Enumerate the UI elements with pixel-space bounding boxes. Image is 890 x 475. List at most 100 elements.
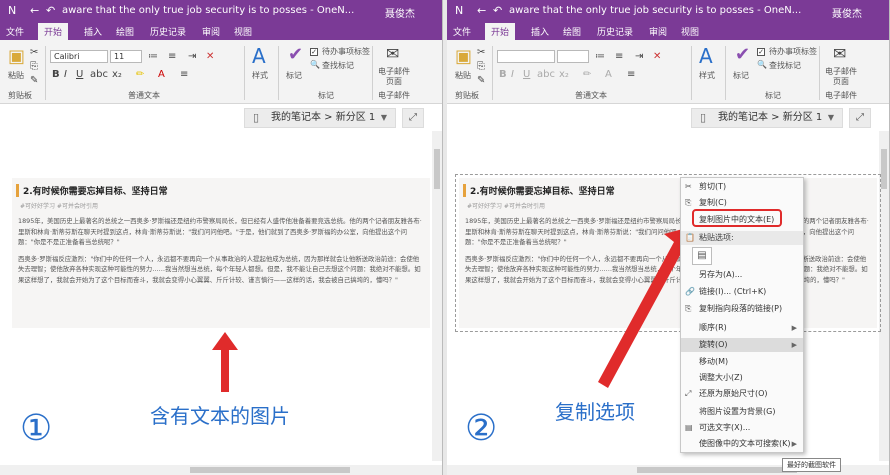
- article-image[interactable]: 2.有时候你需要忘掉目标、坚持日常 #可好好学习 #可并会时引用 1895年，美…: [12, 178, 430, 328]
- align-icon[interactable]: ≡: [627, 70, 635, 80]
- menu-item-restore-size[interactable]: ⤢ 还原为原始尺寸(O): [681, 387, 803, 401]
- clear-format-icon[interactable]: ✕: [206, 52, 214, 62]
- font-color-icon[interactable]: A: [158, 70, 165, 80]
- cut-icon[interactable]: ✂: [477, 48, 485, 58]
- font-name-select[interactable]: Calibri: [50, 50, 108, 63]
- tab-view[interactable]: 视图: [234, 25, 252, 38]
- email-page-icon[interactable]: ✉: [386, 46, 399, 62]
- scroll-thumb[interactable]: [637, 467, 797, 473]
- styles-icon[interactable]: A: [252, 46, 266, 66]
- vertical-scrollbar[interactable]: [432, 131, 442, 461]
- underline-icon[interactable]: U: [523, 70, 530, 80]
- expand-icon[interactable]: ⤢: [849, 108, 871, 128]
- find-tags-icon[interactable]: 🔍: [757, 60, 767, 70]
- font-color-icon[interactable]: A: [605, 70, 612, 80]
- clear-format-icon[interactable]: ✕: [653, 52, 661, 62]
- find-tags-icon[interactable]: 🔍: [310, 60, 320, 70]
- menu-item-copy[interactable]: ⎘ 复制(C): [681, 196, 803, 210]
- subscript-icon[interactable]: x₂: [559, 70, 569, 80]
- indent-icon[interactable]: ⇥: [188, 52, 196, 62]
- horizontal-scrollbar[interactable]: [0, 465, 442, 475]
- numbered-list-icon[interactable]: ≡: [615, 52, 623, 62]
- todo-checkbox-icon[interactable]: ✓: [310, 48, 318, 56]
- styles-label[interactable]: 样式: [699, 70, 715, 81]
- tab-draw[interactable]: 绘图: [563, 25, 581, 38]
- bold-icon[interactable]: B: [499, 70, 507, 80]
- highlight-icon[interactable]: ✏: [583, 70, 591, 80]
- format-painter-icon[interactable]: ✎: [30, 76, 38, 86]
- todo-tag-label[interactable]: 待办事项标签: [769, 46, 817, 57]
- undo-icon[interactable]: ↶: [46, 4, 55, 17]
- menu-item-make-text-searchable[interactable]: 使图像中的文本可搜索(K) ▶: [681, 437, 803, 451]
- todo-tag-label[interactable]: 待办事项标签: [322, 46, 370, 57]
- tab-draw[interactable]: 绘图: [116, 25, 134, 38]
- back-icon[interactable]: ←: [477, 4, 486, 17]
- tab-history[interactable]: 历史记录: [597, 25, 633, 38]
- styles-icon[interactable]: A: [699, 46, 713, 66]
- undo-icon[interactable]: ↶: [493, 4, 502, 17]
- tab-review[interactable]: 审阅: [649, 25, 667, 38]
- indent-icon[interactable]: ⇥: [635, 52, 643, 62]
- highlight-icon[interactable]: ✏: [136, 70, 144, 80]
- subscript-icon[interactable]: x₂: [112, 70, 122, 80]
- styles-label[interactable]: 样式: [252, 70, 268, 81]
- tag-icon[interactable]: ✔: [288, 46, 303, 64]
- tab-insert[interactable]: 插入: [531, 25, 549, 38]
- menu-item-rotate[interactable]: 旋转(O) ▶: [681, 338, 803, 352]
- scroll-thumb[interactable]: [190, 467, 350, 473]
- numbered-list-icon[interactable]: ≡: [168, 52, 176, 62]
- paste-option-icon[interactable]: ▤: [692, 247, 712, 265]
- menu-item-set-background[interactable]: 将图片设置为背景(G): [681, 405, 803, 419]
- breadcrumb[interactable]: ▯ 我的笔记本 > 新分区 1 ▼: [244, 108, 396, 128]
- chevron-down-icon[interactable]: ▼: [381, 109, 387, 127]
- email-page-icon[interactable]: ✉: [833, 46, 846, 62]
- paste-label[interactable]: 粘贴: [8, 70, 24, 81]
- bold-icon[interactable]: B: [52, 70, 60, 80]
- email-label-2[interactable]: 页面: [386, 76, 402, 87]
- back-icon[interactable]: ←: [30, 4, 39, 17]
- find-tags-label[interactable]: 查找标记: [322, 60, 354, 71]
- find-tags-label[interactable]: 查找标记: [769, 60, 801, 71]
- tab-review[interactable]: 审阅: [202, 25, 220, 38]
- expand-icon[interactable]: ⤢: [402, 108, 424, 128]
- scroll-thumb[interactable]: [881, 149, 887, 189]
- menu-item-move[interactable]: 移动(M): [681, 355, 803, 369]
- copy-icon[interactable]: ⎘: [477, 62, 485, 72]
- strikethrough-icon[interactable]: abc: [90, 70, 108, 80]
- font-name-select[interactable]: [497, 50, 555, 63]
- menu-item-copy-paragraph-link[interactable]: ⎘ 复制指向段落的链接(P): [681, 302, 803, 316]
- tab-view[interactable]: 视图: [681, 25, 699, 38]
- italic-icon[interactable]: I: [511, 70, 514, 80]
- tab-home[interactable]: 开始: [38, 23, 69, 41]
- copy-icon[interactable]: ⎘: [30, 62, 38, 72]
- tags-label[interactable]: 标记: [733, 70, 749, 81]
- cut-icon[interactable]: ✂: [30, 48, 38, 58]
- chevron-down-icon[interactable]: ▼: [828, 109, 834, 127]
- bullet-list-icon[interactable]: ≔: [595, 52, 605, 62]
- paste-icon[interactable]: ▣: [455, 48, 472, 66]
- scroll-thumb[interactable]: [434, 149, 440, 189]
- menu-item-save-as[interactable]: 另存为(A)...: [681, 268, 803, 282]
- todo-checkbox-icon[interactable]: ✓: [757, 48, 765, 56]
- tab-file[interactable]: 文件: [453, 25, 471, 38]
- tags-label[interactable]: 标记: [286, 70, 302, 81]
- menu-item-order[interactable]: 顺序(R) ▶: [681, 321, 803, 335]
- italic-icon[interactable]: I: [64, 70, 67, 80]
- strikethrough-icon[interactable]: abc: [537, 70, 555, 80]
- tab-home[interactable]: 开始: [485, 23, 516, 41]
- underline-icon[interactable]: U: [76, 70, 83, 80]
- tab-history[interactable]: 历史记录: [150, 25, 186, 38]
- menu-item-link[interactable]: 🔗 链接(I)... (Ctrl+K): [681, 285, 803, 299]
- menu-item-alt-text[interactable]: ▤ 可选文字(X)...: [681, 421, 803, 435]
- font-size-select[interactable]: 11: [110, 50, 142, 63]
- format-painter-icon[interactable]: ✎: [477, 76, 485, 86]
- align-icon[interactable]: ≡: [180, 70, 188, 80]
- tab-file[interactable]: 文件: [6, 25, 24, 38]
- paste-icon[interactable]: ▣: [8, 48, 25, 66]
- paste-label[interactable]: 粘贴: [455, 70, 471, 81]
- breadcrumb[interactable]: ▯ 我的笔记本 > 新分区 1 ▼: [691, 108, 843, 128]
- tag-icon[interactable]: ✔: [735, 46, 750, 64]
- bullet-list-icon[interactable]: ≔: [148, 52, 158, 62]
- menu-item-cut[interactable]: ✂ 剪切(T): [681, 180, 803, 194]
- email-label-2[interactable]: 页面: [833, 76, 849, 87]
